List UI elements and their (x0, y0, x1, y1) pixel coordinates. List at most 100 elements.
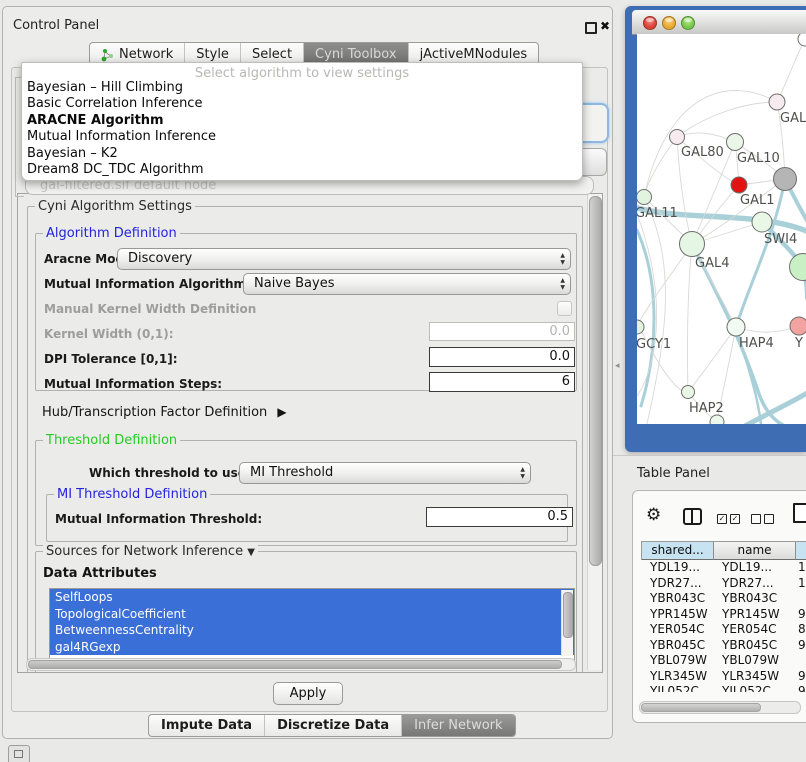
table-row[interactable]: YIL052CYIL052C9 (641, 684, 806, 692)
manual-kernel-checkbox[interactable] (557, 301, 572, 316)
table-row[interactable]: YDL19...YDL19...13 (641, 560, 806, 576)
table-row[interactable]: YDR27...YDR27...12 (641, 576, 806, 592)
network-node-gal11[interactable] (637, 190, 652, 205)
network-node-hap4[interactable] (727, 318, 745, 336)
panel-corner-button[interactable] (8, 745, 30, 762)
scrollbar-thumb[interactable] (641, 703, 761, 712)
network-icon (101, 48, 114, 62)
network-node-gal1[interactable] (731, 177, 747, 193)
dpi-tolerance-input[interactable]: 0.0 (429, 347, 575, 367)
table-row[interactable]: YLR345WYLR345W9. (641, 669, 806, 685)
hub-definition-label: Hub/Transcription Factor Definition (42, 405, 267, 420)
mi-type-combo[interactable]: Naive Bayes ▲▼ (243, 273, 571, 295)
table-row[interactable]: YBR043CYBR043C (641, 591, 806, 607)
dropdown-item[interactable]: ARACNE Algorithm (22, 113, 582, 129)
tab-infer-network[interactable]: Infer Network (402, 715, 514, 736)
table-cell: 9. (795, 607, 806, 623)
network-node[interactable] (798, 34, 806, 46)
table-cell: YER054C (713, 622, 795, 638)
algorithm-definition-group: Algorithm Definition Aracne Mode: Discov… (35, 233, 577, 391)
table-horizontal-scrollbar[interactable] (639, 701, 801, 714)
mi-steps-input[interactable]: 6 (429, 372, 575, 392)
combo-spinner-icon: ▲▼ (520, 466, 525, 480)
mi-steps-label: Mutual Information Steps: (44, 377, 222, 391)
network-window-titlebar[interactable] (632, 10, 806, 35)
minimize-traffic-light[interactable] (662, 16, 676, 30)
sources-group: Sources for Network Inference ▼ Data Att… (35, 551, 577, 673)
split-columns-icon[interactable] (683, 508, 702, 525)
network-node-swi4[interactable] (752, 212, 772, 232)
aracne-mode-value: Discovery (128, 249, 192, 269)
kernel-width-input[interactable]: 0.0 (429, 322, 575, 341)
float-window-icon[interactable] (585, 22, 597, 34)
table-row[interactable]: YBR045CYBR045C9. (641, 638, 806, 654)
scrollbar-thumb[interactable] (589, 196, 602, 566)
table-cell: 9. (795, 669, 806, 685)
network-node-y[interactable] (790, 317, 806, 335)
dropdown-item[interactable]: Mutual Information Inference (22, 129, 582, 145)
network-node[interactable] (710, 415, 724, 424)
document-icon[interactable] (793, 503, 806, 523)
dropdown-item[interactable]: Bayesian – K2 (22, 146, 582, 162)
dropdown-item[interactable]: Bayesian – Hill Climbing (22, 80, 582, 96)
list-item[interactable]: TopologicalCoefficient (50, 606, 574, 623)
aracne-mode-combo[interactable]: Discovery ▲▼ (117, 248, 571, 270)
settings-horizontal-scrollbar[interactable] (26, 658, 576, 671)
zoom-traffic-light[interactable] (681, 16, 695, 30)
column-header[interactable]: name (714, 542, 796, 560)
column-header[interactable]: shared... (642, 542, 714, 560)
list-item[interactable]: BetweennessCentrality (50, 622, 574, 639)
table-row[interactable]: YPR145WYPR145W9. (641, 607, 806, 623)
mi-type-value: Naive Bayes (254, 274, 334, 294)
data-attributes-list[interactable]: SelfLoopsTopologicalCoefficientBetweenne… (49, 588, 575, 660)
network-node[interactable] (790, 254, 806, 281)
dropdown-item[interactable]: Basic Correlation Inference (22, 96, 582, 112)
panel-divider-grip[interactable]: ◂ (615, 361, 620, 371)
scrollbar-thumb[interactable] (563, 592, 573, 638)
network-node-gcy1[interactable] (637, 320, 644, 334)
node-label: HAP2 (689, 401, 724, 416)
list-item[interactable]: gal4RGexp (50, 639, 574, 656)
table-cell: YBR045C (641, 638, 713, 654)
scrollbar-thumb[interactable] (28, 660, 562, 669)
select-all-checkbox-icon[interactable]: ✓ (730, 514, 740, 524)
deselect-all-checkbox-icon[interactable] (764, 514, 774, 524)
settings-vertical-scrollbar[interactable] (587, 194, 602, 670)
list-item[interactable]: SelfLoops (50, 589, 574, 606)
network-node-gal80[interactable] (670, 130, 685, 145)
network-node[interactable] (774, 168, 797, 191)
node-table: shared...nameA YDL19...YDL19...13YDR27..… (641, 541, 806, 692)
dropdown-item[interactable]: Dream8 DC_TDC Algorithm (22, 162, 582, 178)
gear-icon[interactable]: ⚙ (646, 507, 661, 524)
node-label: GAL4 (695, 256, 729, 271)
deselect-all-checkbox-icon[interactable] (751, 514, 761, 524)
table-cell: YLR345W (713, 669, 795, 685)
column-header[interactable]: A (796, 542, 806, 560)
table-cell: 9 (795, 684, 806, 692)
table-window: ⚙ ✓ ✓ shared...nameA YDL19...YDL19...13Y… (632, 490, 806, 723)
mi-threshold-input[interactable]: 0.5 (426, 507, 573, 527)
network-node-gal[interactable] (769, 94, 785, 110)
node-label: GAL80 (681, 145, 724, 160)
close-icon[interactable]: ✖ (600, 19, 610, 33)
hub-definition-toggle[interactable]: Hub/Transcription Factor Definition ▶ (42, 405, 287, 420)
cyni-settings-group-title: Cyni Algorithm Settings (35, 199, 195, 214)
tab-discretize-data[interactable]: Discretize Data (265, 715, 402, 736)
list-vertical-scrollbar[interactable] (561, 590, 573, 656)
network-node-hap2[interactable] (682, 386, 695, 399)
manual-kernel-label: Manual Kernel Width Definition (44, 302, 256, 316)
network-node-gal4[interactable] (680, 232, 705, 257)
close-traffic-light[interactable] (643, 16, 657, 30)
select-all-checkbox-icon[interactable]: ✓ (717, 514, 727, 524)
table-cell: YDL19... (713, 560, 795, 576)
apply-button[interactable]: Apply (273, 682, 343, 705)
table-panel-title: Table Panel (637, 466, 710, 481)
network-node-gal10[interactable] (727, 134, 744, 151)
which-threshold-combo[interactable]: MI Threshold ▲▼ (239, 462, 531, 484)
table-row[interactable]: YER054CYER054C8. (641, 622, 806, 638)
network-canvas[interactable]: GALGAL80GAL10GAL1GAL11SWI4GAL4GCY1HAP4YH… (637, 34, 806, 424)
which-threshold-value: MI Threshold (250, 463, 333, 483)
settings-scrollpane: Cyni Algorithm Settings Algorithm Defini… (17, 193, 603, 673)
tab-impute-data[interactable]: Impute Data (149, 715, 265, 736)
table-row[interactable]: YBL079WYBL079W (641, 653, 806, 669)
